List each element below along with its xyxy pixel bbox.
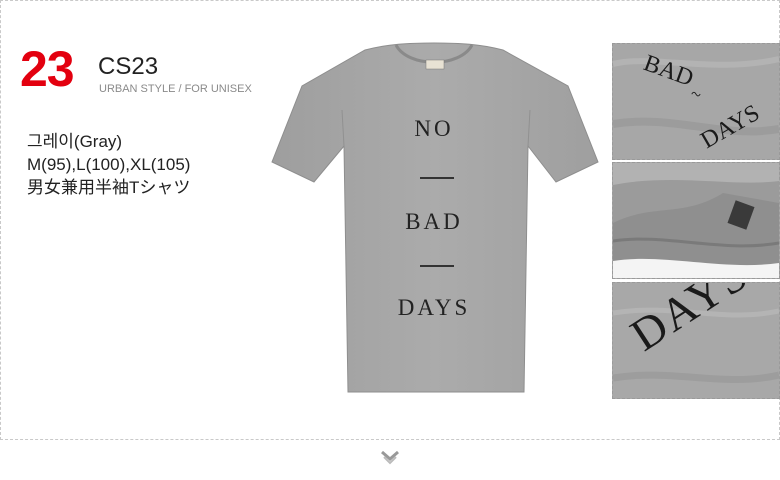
print-line-no: NO <box>414 116 454 141</box>
detail-thumb-sleeve[interactable] <box>612 162 780 279</box>
product-tagline: URBAN STYLE / FOR UNISEX <box>99 83 252 95</box>
thumb-bg <box>613 163 779 278</box>
product-sizes: M(95),L(100),XL(105) <box>27 155 191 174</box>
print-line-days: DAYS <box>397 295 471 320</box>
print-line-bad: BAD <box>405 209 463 234</box>
chevron-down-icon[interactable] <box>380 450 400 466</box>
product-number: 23 <box>20 41 75 97</box>
product-color: 그레이(Gray) <box>27 132 123 151</box>
product-code: CS23 <box>98 53 159 80</box>
detail-thumb-days-print[interactable]: DAYS <box>612 282 780 399</box>
detail-thumb-print-closeup[interactable]: BAD ~ DAYS <box>612 43 780 160</box>
print-divider-2 <box>420 265 454 267</box>
product-info: 그레이(Gray) M(95),L(100),XL(105) 男女兼用半袖Tシャ… <box>27 130 190 199</box>
product-description: 男女兼用半袖Tシャツ <box>27 178 191 197</box>
print-divider-1 <box>420 177 454 179</box>
product-main-image[interactable]: NO BAD DAYS <box>268 40 600 395</box>
